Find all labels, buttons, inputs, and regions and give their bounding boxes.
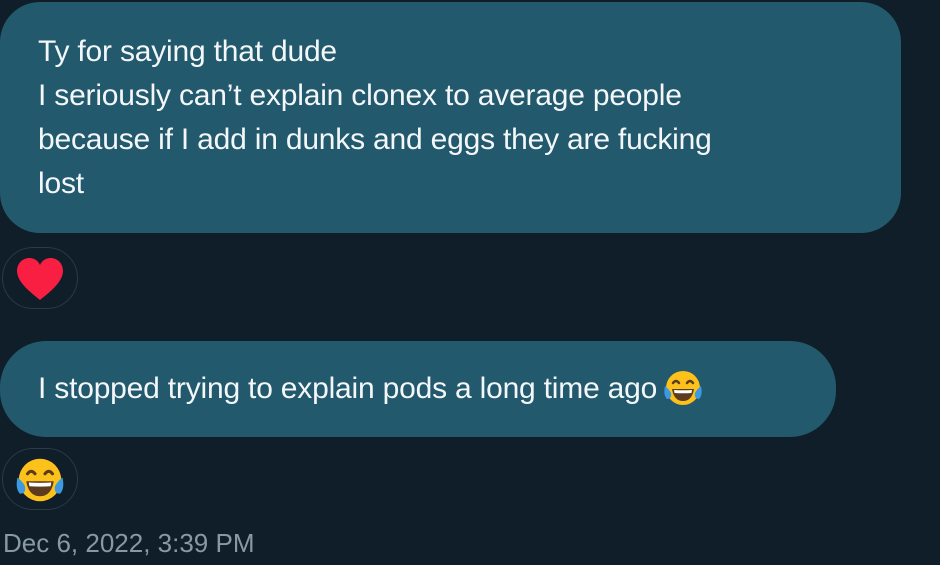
face-with-tears-of-joy-icon bbox=[664, 371, 702, 405]
reaction-badge-laugh[interactable] bbox=[2, 448, 78, 510]
message-line: because if I add in dunks and eggs they … bbox=[38, 123, 712, 156]
heart-icon bbox=[17, 258, 63, 300]
message-line: lost bbox=[38, 167, 84, 200]
message-line: I seriously can’t explain clonex to aver… bbox=[38, 79, 682, 112]
message-text: I stopped trying to explain pods a long … bbox=[38, 372, 658, 405]
message-bubble-2[interactable]: I stopped trying to explain pods a long … bbox=[0, 341, 836, 437]
message-line: Ty for saying that dude bbox=[38, 35, 337, 68]
message-timestamp: Dec 6, 2022, 3:39 PM bbox=[3, 528, 255, 558]
message-bubble-1[interactable]: Ty for saying that dude I seriously can’… bbox=[0, 2, 901, 233]
reaction-badge-heart[interactable] bbox=[2, 247, 78, 309]
face-with-tears-of-joy-icon bbox=[16, 458, 64, 502]
